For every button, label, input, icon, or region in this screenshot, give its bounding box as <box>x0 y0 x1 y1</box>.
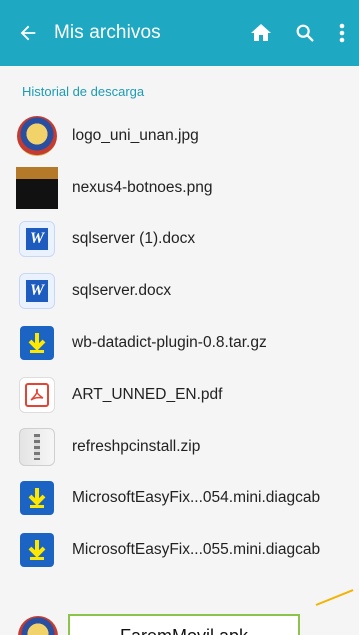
pdf-icon <box>16 374 58 416</box>
word-doc-icon: W <box>16 270 58 312</box>
file-name: sqlserver (1).docx <box>72 230 196 248</box>
top-app-bar: Mis archivos <box>0 0 359 66</box>
file-name: wb-datadict-plugin-0.8.tar.gz <box>72 334 267 352</box>
home-icon <box>251 24 271 41</box>
file-row[interactable]: wb-datadict-plugin-0.8.tar.gz <box>0 317 359 369</box>
word-doc-icon: W <box>16 218 58 260</box>
file-row[interactable]: W sqlserver (1).docx <box>0 214 359 266</box>
file-row[interactable]: MicrosoftEasyFix...055.mini.diagcab <box>0 524 359 576</box>
file-name: refreshpcinstall.zip <box>72 437 201 455</box>
zip-icon <box>16 426 58 468</box>
search-icon <box>296 24 314 42</box>
back-button[interactable] <box>6 11 50 55</box>
more-vertical-icon <box>339 23 345 43</box>
download-icon <box>16 477 58 519</box>
more-options-button[interactable] <box>327 11 357 55</box>
file-name: nexus4-botnoes.png <box>72 178 213 196</box>
section-title: Historial de descarga <box>22 84 145 99</box>
image-thumbnail-icon <box>16 166 58 209</box>
file-name: MicrosoftEasyFix...054.mini.diagcab <box>72 489 321 507</box>
file-row[interactable]: nexus4-botnoes.png <box>0 162 359 214</box>
highlighted-file-label[interactable]: FaremMovil.apk <box>68 614 300 635</box>
arrow-left-icon <box>20 25 36 41</box>
file-name: sqlserver.docx <box>72 282 172 300</box>
file-row[interactable]: logo_uni_unan.jpg <box>0 110 359 162</box>
annotation-arrow <box>315 589 354 606</box>
university-seal-icon <box>18 616 58 635</box>
file-row[interactable]: ART_UNNED_EN.pdf <box>0 369 359 421</box>
file-name: logo_uni_unan.jpg <box>72 126 199 144</box>
download-icon <box>16 322 58 364</box>
file-row[interactable]: refreshpcinstall.zip <box>0 421 359 473</box>
download-history-list: logo_uni_unan.jpg nexus4-botnoes.png W s… <box>0 110 359 576</box>
search-button[interactable] <box>283 11 327 55</box>
file-row[interactable]: MicrosoftEasyFix...054.mini.diagcab <box>0 473 359 525</box>
download-icon <box>16 529 58 571</box>
file-name: MicrosoftEasyFix...055.mini.diagcab <box>72 541 321 559</box>
app-title: Mis archivos <box>54 22 161 43</box>
file-name: ART_UNNED_EN.pdf <box>72 385 223 403</box>
university-seal-icon <box>16 115 58 157</box>
file-row[interactable]: W sqlserver.docx <box>0 265 359 317</box>
home-button[interactable] <box>239 11 283 55</box>
